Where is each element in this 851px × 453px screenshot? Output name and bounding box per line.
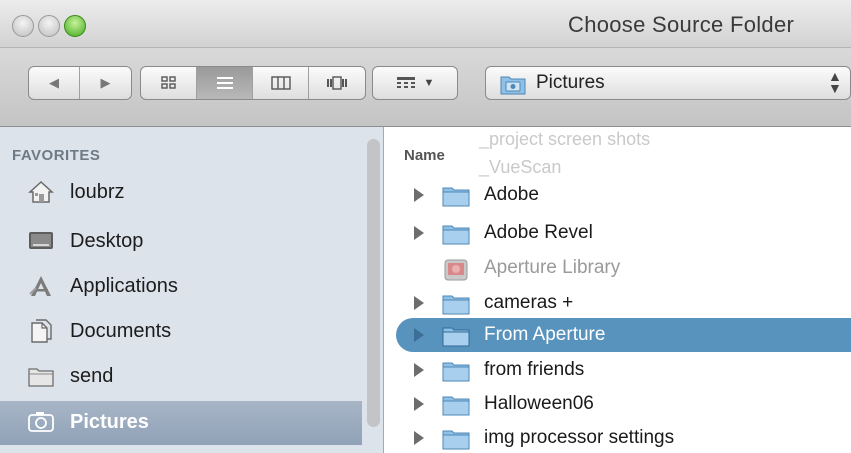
arrange-grid-icon	[396, 77, 415, 88]
sidebar-item-label: Documents	[70, 320, 172, 342]
back-button[interactable]: ◀	[29, 67, 81, 99]
applications-icon	[29, 276, 51, 296]
disclosure-triangle-icon[interactable]	[414, 188, 424, 202]
path-popup-button[interactable]: Pictures ▲ ▼	[485, 66, 851, 100]
window-title: Choose Source Folder	[568, 12, 795, 37]
disclosure-triangle-icon[interactable]	[414, 363, 424, 377]
folder-icon	[442, 430, 470, 450]
folder-icon	[442, 327, 470, 347]
list-item[interactable]: img processor settings	[384, 421, 851, 453]
cover-flow-icon	[327, 76, 347, 90]
sidebar-item-label: send	[70, 365, 114, 387]
back-arrow-icon: ◀	[49, 75, 59, 90]
sidebar-scrollbar[interactable]	[367, 139, 380, 427]
column-header-name[interactable]: Name	[384, 141, 851, 171]
column-view-button[interactable]	[253, 67, 309, 99]
column-view-icon	[270, 76, 291, 90]
sidebar-item-label: Pictures	[70, 411, 149, 433]
cover-flow-button[interactable]	[309, 67, 365, 99]
sidebar: FAVORITES loubrz Desktop Applications Do…	[0, 127, 384, 453]
list-item[interactable]: Adobe	[384, 178, 851, 212]
disclosure-triangle-icon[interactable]	[414, 328, 424, 342]
folder-icon	[442, 396, 470, 416]
list-item-label: Aperture Library	[484, 257, 621, 278]
sidebar-item-label: Desktop	[70, 230, 144, 252]
aperture-library-icon	[444, 259, 468, 281]
folder-icon	[28, 368, 54, 387]
forward-button[interactable]: ▶	[80, 67, 131, 99]
back-forward-control: ◀ ▶	[28, 66, 132, 100]
forward-arrow-icon: ▶	[100, 75, 111, 90]
sidebar-heading-favorites: FAVORITES	[12, 147, 101, 164]
folder-icon	[442, 187, 470, 207]
list-item-label: cameras +	[484, 292, 574, 313]
disclosure-triangle-icon[interactable]	[414, 296, 424, 310]
zoom-window-button[interactable]	[64, 15, 86, 37]
list-item-label: from friends	[484, 359, 585, 380]
sidebar-item-label: loubrz	[70, 181, 125, 203]
list-item-label: Halloween06	[484, 393, 594, 414]
sidebar-item-documents[interactable]: Documents	[0, 310, 362, 354]
sidebar-item-loubrz[interactable]: loubrz	[0, 171, 362, 215]
sidebar-item-label: Applications	[70, 275, 178, 297]
list-item-selected[interactable]: From Aperture	[396, 318, 851, 352]
list-item[interactable]: Halloween06	[384, 387, 851, 421]
sidebar-item-send[interactable]: send	[0, 355, 362, 399]
toolbar: ◀ ▶ ▼ Pictures ▲ ▼	[0, 48, 851, 127]
title-bar: Choose Source Folder	[0, 0, 851, 48]
camera-icon	[28, 412, 54, 432]
close-window-button[interactable]	[12, 15, 34, 37]
list-item-label: Adobe Revel	[484, 222, 593, 243]
list-view-button[interactable]	[197, 67, 253, 99]
updown-arrows-icon: ▲ ▼	[828, 68, 842, 96]
sidebar-item-desktop[interactable]: Desktop	[0, 220, 362, 264]
disclosure-triangle-icon[interactable]	[414, 431, 424, 445]
sidebar-item-applications[interactable]: Applications	[0, 265, 362, 309]
folder-icon	[442, 225, 470, 245]
icon-view-button[interactable]	[141, 67, 197, 99]
minimize-window-button[interactable]	[38, 15, 60, 37]
folder-icon	[442, 362, 470, 382]
desktop-icon	[29, 232, 53, 249]
sidebar-item-pictures[interactable]: Pictures	[0, 401, 362, 445]
disclosure-triangle-icon[interactable]	[414, 226, 424, 240]
file-list: _project screen shots _VueScan Name Adob…	[384, 127, 851, 453]
list-item[interactable]: cameras +	[384, 286, 851, 320]
list-item[interactable]: from friends	[384, 353, 851, 387]
list-item[interactable]: Adobe Revel	[384, 216, 851, 250]
view-mode-control	[140, 66, 366, 100]
icon-view-icon	[160, 76, 176, 89]
list-item-label: From Aperture	[484, 324, 606, 345]
list-item-label: img processor settings	[484, 427, 675, 448]
finder-dialog-window: Choose Source Folder ◀ ▶ ▼ Pictures ▲ ▼ …	[0, 0, 851, 453]
documents-icon	[31, 319, 52, 343]
list-item-label: Adobe	[484, 184, 539, 205]
pictures-folder-icon	[500, 76, 526, 95]
column-header-label: Name	[404, 147, 445, 164]
path-popup-label: Pictures	[536, 72, 605, 93]
home-icon	[28, 180, 54, 203]
list-view-icon	[216, 77, 233, 89]
arrange-menu-button[interactable]: ▼	[372, 66, 458, 100]
folder-icon	[442, 295, 470, 315]
list-item[interactable]: Aperture Library	[384, 251, 851, 285]
chevron-down-icon: ▼	[423, 77, 435, 89]
disclosure-triangle-icon[interactable]	[414, 397, 424, 411]
